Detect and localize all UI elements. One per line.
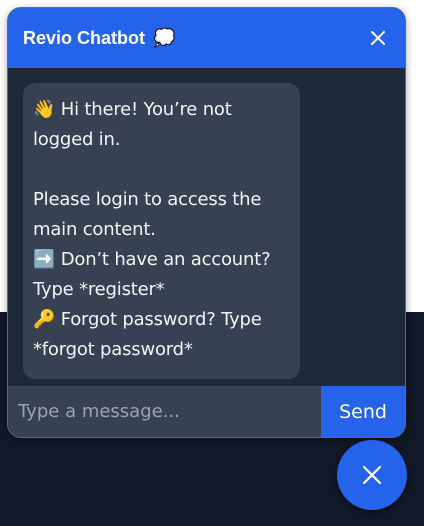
chat-toggle-button[interactable] — [337, 440, 407, 510]
chat-window: Revio Chatbot 💭 👋 Hi there! You’re not l… — [7, 7, 406, 438]
message-input[interactable] — [8, 386, 321, 437]
message-line: Please login to access the — [33, 189, 262, 210]
message-line: Type *register* — [33, 279, 165, 300]
composer: Send — [8, 386, 405, 437]
message-line: main content. — [33, 219, 156, 240]
close-icon — [371, 31, 385, 45]
message-list: 👋 Hi there! You’re not logged in. Please… — [8, 68, 405, 388]
message-line — [33, 155, 290, 185]
message-line: logged in. — [33, 129, 121, 150]
chat-title-text: Revio Chatbot — [23, 27, 146, 48]
close-button[interactable] — [367, 27, 389, 49]
send-button[interactable]: Send — [321, 386, 405, 437]
close-icon — [362, 465, 382, 485]
message-line: 🔑 Forgot password? Type — [33, 309, 262, 330]
bot-message: 👋 Hi there! You’re not logged in. Please… — [23, 83, 300, 379]
chat-header: Revio Chatbot 💭 — [8, 8, 405, 68]
message-line: 👋 Hi there! You’re not — [33, 99, 232, 120]
message-line: *forgot password* — [33, 339, 193, 360]
chat-title: Revio Chatbot 💭 — [23, 28, 175, 49]
message-line: ➡️ Don’t have an account? — [33, 249, 271, 270]
thought-bubble-icon: 💭 — [153, 28, 176, 48]
